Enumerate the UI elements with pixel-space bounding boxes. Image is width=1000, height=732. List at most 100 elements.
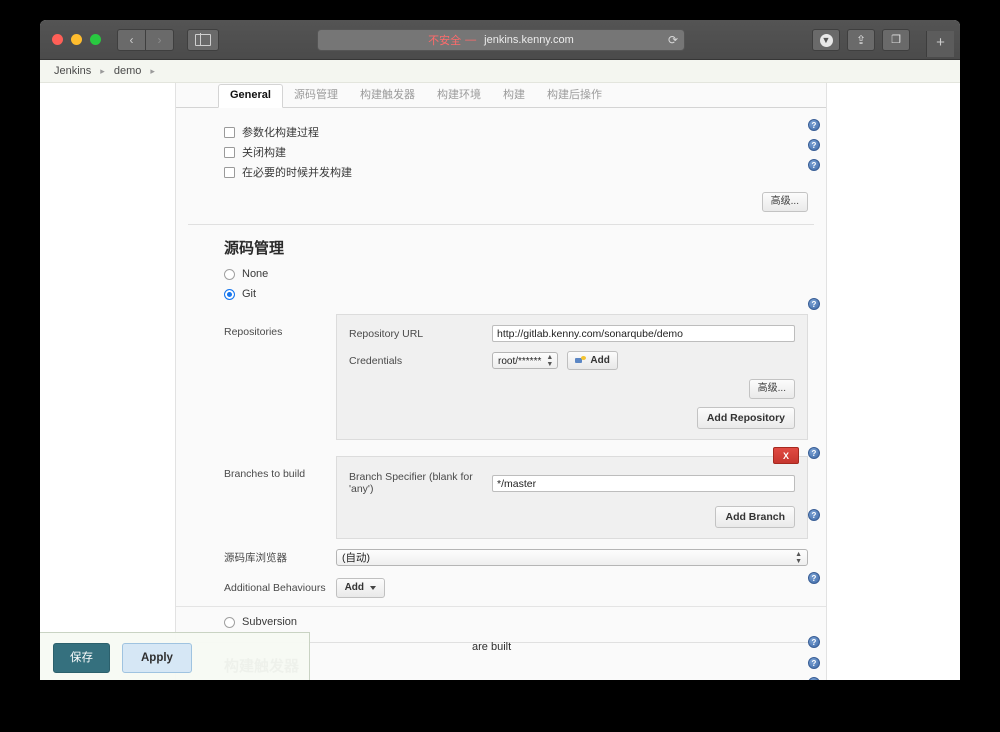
repo-browser-value: (自动): [342, 552, 370, 564]
branches-label: Branches to build: [224, 456, 336, 539]
repository-url-input[interactable]: http://gitlab.kenny.com/sonarqube/demo: [492, 325, 795, 342]
scm-section-title: 源码管理: [176, 225, 826, 264]
radio-git[interactable]: [224, 289, 235, 300]
scm-radio-none[interactable]: None: [176, 264, 826, 284]
browser-titlebar: ‹ › 不安全 — jenkins.kenny.com ⟳ ▼ ⇪ ❐ +: [40, 20, 960, 60]
close-window-button[interactable]: [52, 34, 63, 45]
help-icon-parameterized[interactable]: ?: [808, 119, 820, 131]
repository-url-row: Repository URL http://gitlab.kenny.com/s…: [349, 325, 795, 342]
url-separator: —: [465, 34, 476, 46]
share-icon[interactable]: ⇪: [847, 29, 875, 51]
branches-block: Branches to build X Branch Specifier (bl…: [176, 456, 826, 539]
checkbox-label-parameterized: 参数化构建过程: [242, 124, 319, 140]
general-checkbox-group: 参数化构建过程 关闭构建 在必要的时候并发构建: [176, 114, 826, 182]
tab-source-management[interactable]: 源码管理: [283, 85, 349, 107]
repo-browser-label: 源码库浏览器: [224, 550, 336, 565]
tab-post-build-actions[interactable]: 构建后操作: [536, 85, 613, 107]
help-icon-branch-specifier[interactable]: ?: [808, 447, 820, 459]
tab-general[interactable]: General: [218, 84, 283, 108]
help-icon-trigger-2[interactable]: ?: [808, 657, 820, 669]
checkbox-concurrent-build[interactable]: [224, 167, 235, 178]
checkbox-label-concurrent-build: 在必要的时候并发构建: [242, 164, 352, 180]
insecure-warning-label: 不安全: [428, 32, 461, 48]
navigation-buttons: ‹ ›: [117, 29, 174, 51]
repositories-block: Repositories Repository URL http://gitla…: [176, 314, 826, 440]
save-button[interactable]: 保存: [53, 643, 110, 673]
breadcrumb-item-jenkins[interactable]: Jenkins: [54, 65, 91, 77]
radio-label-git: Git: [242, 288, 256, 300]
checkbox-parameterized[interactable]: [224, 127, 235, 138]
tab-build-environment[interactable]: 构建环境: [426, 85, 492, 107]
add-credentials-label: Add: [590, 354, 609, 367]
branch-specifier-row: Branch Specifier (blank for 'any') */mas…: [349, 471, 795, 495]
window-traffic-lights: [40, 34, 101, 45]
repositories-advanced-row: 高级...: [349, 379, 795, 399]
radio-none[interactable]: [224, 269, 235, 280]
new-tab-button[interactable]: +: [926, 31, 954, 57]
sidebar-toggle-icon[interactable]: [187, 29, 219, 51]
apply-button[interactable]: Apply: [122, 643, 192, 673]
back-icon[interactable]: ‹: [117, 29, 146, 51]
credentials-label: Credentials: [349, 355, 484, 367]
add-repository-button[interactable]: Add Repository: [697, 407, 795, 429]
repo-browser-select[interactable]: (自动) ▲▼: [336, 549, 808, 566]
help-icon-concurrent-build[interactable]: ?: [808, 159, 820, 171]
add-credentials-button[interactable]: Add: [567, 351, 617, 370]
add-branch-row: Add Branch: [349, 506, 795, 528]
general-advanced-row: 高级...: [176, 192, 826, 212]
help-icon-disable-build[interactable]: ?: [808, 139, 820, 151]
chevron-down-icon: [370, 586, 376, 590]
help-icon-remote-trigger[interactable]: ?: [808, 636, 820, 648]
page-content: Jenkins ▸ demo ▸ General 源码管理 构建触发器 构建环境…: [40, 60, 960, 680]
general-advanced-button[interactable]: 高级...: [762, 192, 808, 212]
help-icon-subversion[interactable]: ?: [808, 572, 820, 584]
reload-icon[interactable]: ⟳: [668, 33, 678, 47]
checkbox-label-disable-build: 关闭构建: [242, 144, 286, 160]
config-tabbar: General 源码管理 构建触发器 构建环境 构建 构建后操作: [176, 83, 826, 108]
branch-specifier-input[interactable]: */master: [492, 475, 795, 492]
breadcrumb-separator-2: ▸: [150, 66, 155, 77]
repositories-label: Repositories: [224, 314, 336, 440]
maximize-window-button[interactable]: [90, 34, 101, 45]
branch-specifier-label: Branch Specifier (blank for 'any'): [349, 471, 484, 495]
config-scroll-body: 参数化构建过程 关闭构建 在必要的时候并发构建: [176, 108, 826, 680]
repo-browser-row: 源码库浏览器 (自动) ▲▼: [176, 549, 826, 566]
radio-subversion[interactable]: [224, 617, 235, 628]
delete-branch-button[interactable]: X: [773, 447, 799, 464]
minimize-window-button[interactable]: [71, 34, 82, 45]
branches-body: X Branch Specifier (blank for 'any') */m…: [336, 456, 808, 539]
partial-trigger-label: are built: [472, 641, 511, 653]
checkbox-row-parameterized[interactable]: 参数化构建过程: [224, 122, 826, 142]
forward-icon[interactable]: ›: [146, 29, 174, 51]
help-icon-repo-browser[interactable]: ?: [808, 509, 820, 521]
repositories-advanced-button[interactable]: 高级...: [749, 379, 795, 399]
key-icon: [575, 356, 586, 365]
breadcrumb-separator-1: ▸: [100, 66, 105, 77]
repositories-body: Repository URL http://gitlab.kenny.com/s…: [336, 314, 808, 440]
additional-behaviours-row: Additional Behaviours Add: [176, 578, 826, 606]
radio-label-none: None: [242, 268, 268, 280]
toolbar-buttons: ▼ ⇪ ❐: [812, 29, 910, 51]
browser-window: ‹ › 不安全 — jenkins.kenny.com ⟳ ▼ ⇪ ❐ +: [40, 20, 960, 680]
checkbox-row-disable-build[interactable]: 关闭构建: [224, 142, 826, 162]
tab-overview-icon[interactable]: ❐: [882, 29, 910, 51]
additional-behaviours-add-button[interactable]: Add: [336, 578, 385, 598]
breadcrumb-item-demo[interactable]: demo: [114, 65, 142, 77]
address-bar[interactable]: 不安全 — jenkins.kenny.com ⟳: [317, 29, 685, 51]
credentials-select[interactable]: root/****** ▲▼: [492, 352, 558, 369]
credentials-selected-value: root/******: [498, 356, 541, 367]
repository-url-label: Repository URL: [349, 328, 484, 340]
credentials-row: Credentials root/****** ▲▼ Add: [349, 351, 795, 370]
tab-build-triggers[interactable]: 构建触发器: [349, 85, 426, 107]
breadcrumb: Jenkins ▸ demo ▸: [40, 60, 960, 83]
help-icon-repository-url[interactable]: ?: [808, 298, 820, 310]
tab-build[interactable]: 构建: [492, 85, 536, 107]
downloads-button[interactable]: ▼: [812, 29, 840, 51]
scm-radio-git[interactable]: Git: [176, 284, 826, 304]
scm-radio-subversion[interactable]: Subversion: [176, 612, 826, 632]
checkbox-disable-build[interactable]: [224, 147, 235, 158]
checkbox-row-concurrent-build[interactable]: 在必要的时候并发构建: [224, 162, 826, 182]
page-body: General 源码管理 构建触发器 构建环境 构建 构建后操作: [40, 83, 960, 680]
add-branch-button[interactable]: Add Branch: [715, 506, 795, 528]
radio-label-subversion: Subversion: [242, 616, 297, 628]
